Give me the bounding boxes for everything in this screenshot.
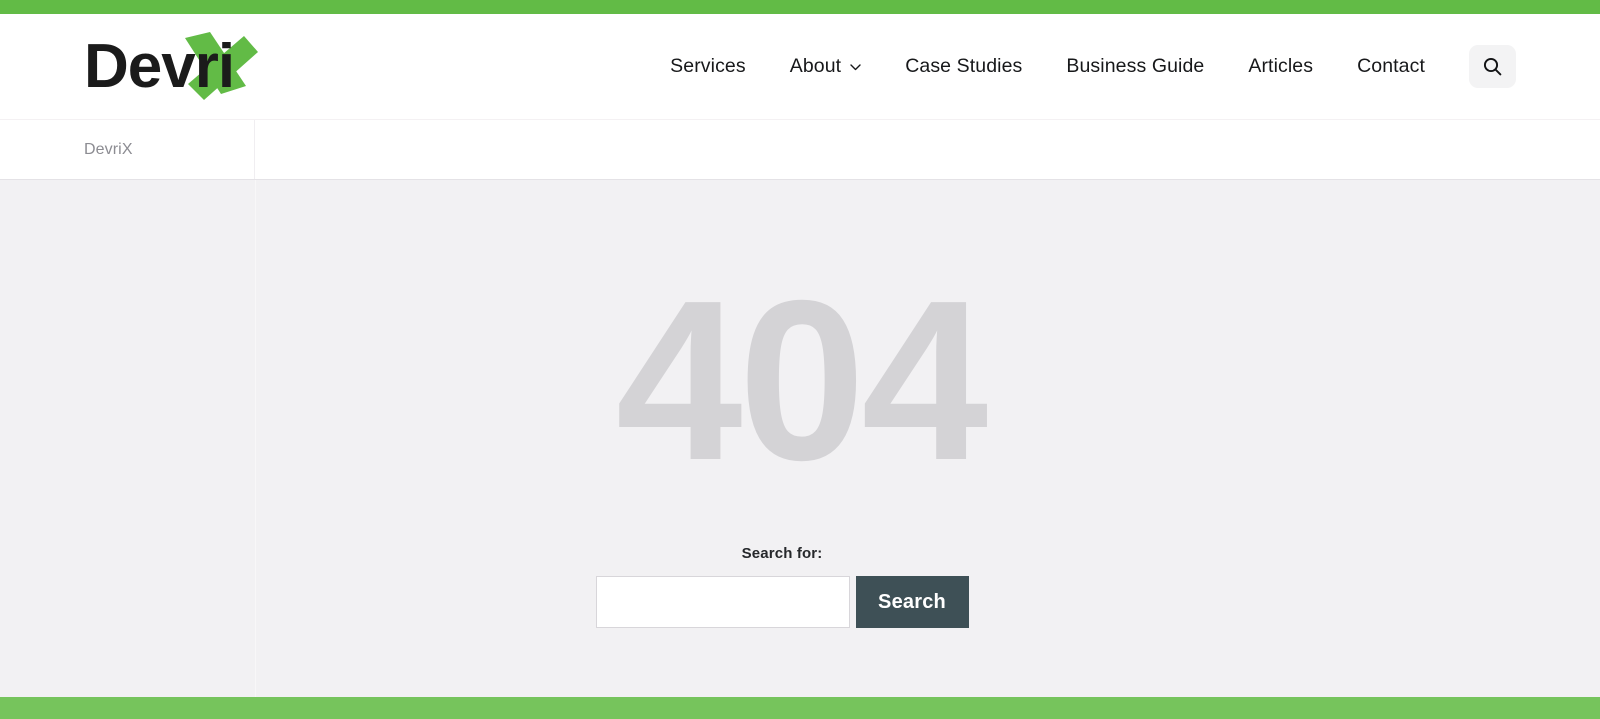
site-header: Devri Services About Case Studies Busine… [0, 14, 1600, 119]
main-navigation: Services About Case Studies Business Gui… [648, 45, 1516, 88]
nav-item-case-studies[interactable]: Case Studies [883, 47, 1044, 87]
bottom-accent-bar [0, 697, 1600, 719]
breadcrumb-bar: DevriX [0, 119, 1600, 180]
nav-label: Business Guide [1066, 54, 1205, 77]
svg-text:Devri: Devri [84, 32, 234, 101]
search-submit-button[interactable]: Search [855, 576, 969, 628]
nav-item-services[interactable]: Services [648, 47, 768, 87]
nav-label: Case Studies [905, 54, 1023, 77]
search-form-row: Search [595, 576, 969, 628]
nav-item-articles[interactable]: Articles [1226, 47, 1335, 87]
nav-item-about[interactable]: About [768, 47, 883, 87]
header-search-toggle[interactable] [1469, 45, 1516, 88]
site-search-form: Search for: Search [595, 545, 969, 628]
search-input[interactable] [595, 576, 850, 628]
content-divider [255, 180, 256, 697]
top-accent-bar [0, 0, 1600, 14]
breadcrumb: DevriX [84, 120, 255, 179]
nav-label: Contact [1357, 54, 1425, 77]
nav-label: Articles [1248, 54, 1314, 77]
nav-label: Services [670, 54, 746, 77]
page-root: Devri Services About Case Studies Busine… [0, 0, 1600, 719]
error-code-404: 404 [615, 254, 988, 508]
site-logo[interactable]: Devri [84, 30, 259, 104]
search-form-label: Search for: [741, 545, 823, 562]
search-icon [1483, 57, 1502, 76]
nav-item-business-guide[interactable]: Business Guide [1044, 47, 1226, 87]
nav-label: About [789, 54, 842, 77]
main-content: 404 Search for: Search [0, 180, 1600, 697]
nav-item-contact[interactable]: Contact [1335, 47, 1447, 87]
breadcrumb-item-home[interactable]: DevriX [84, 141, 133, 159]
chevron-down-icon [850, 64, 861, 71]
